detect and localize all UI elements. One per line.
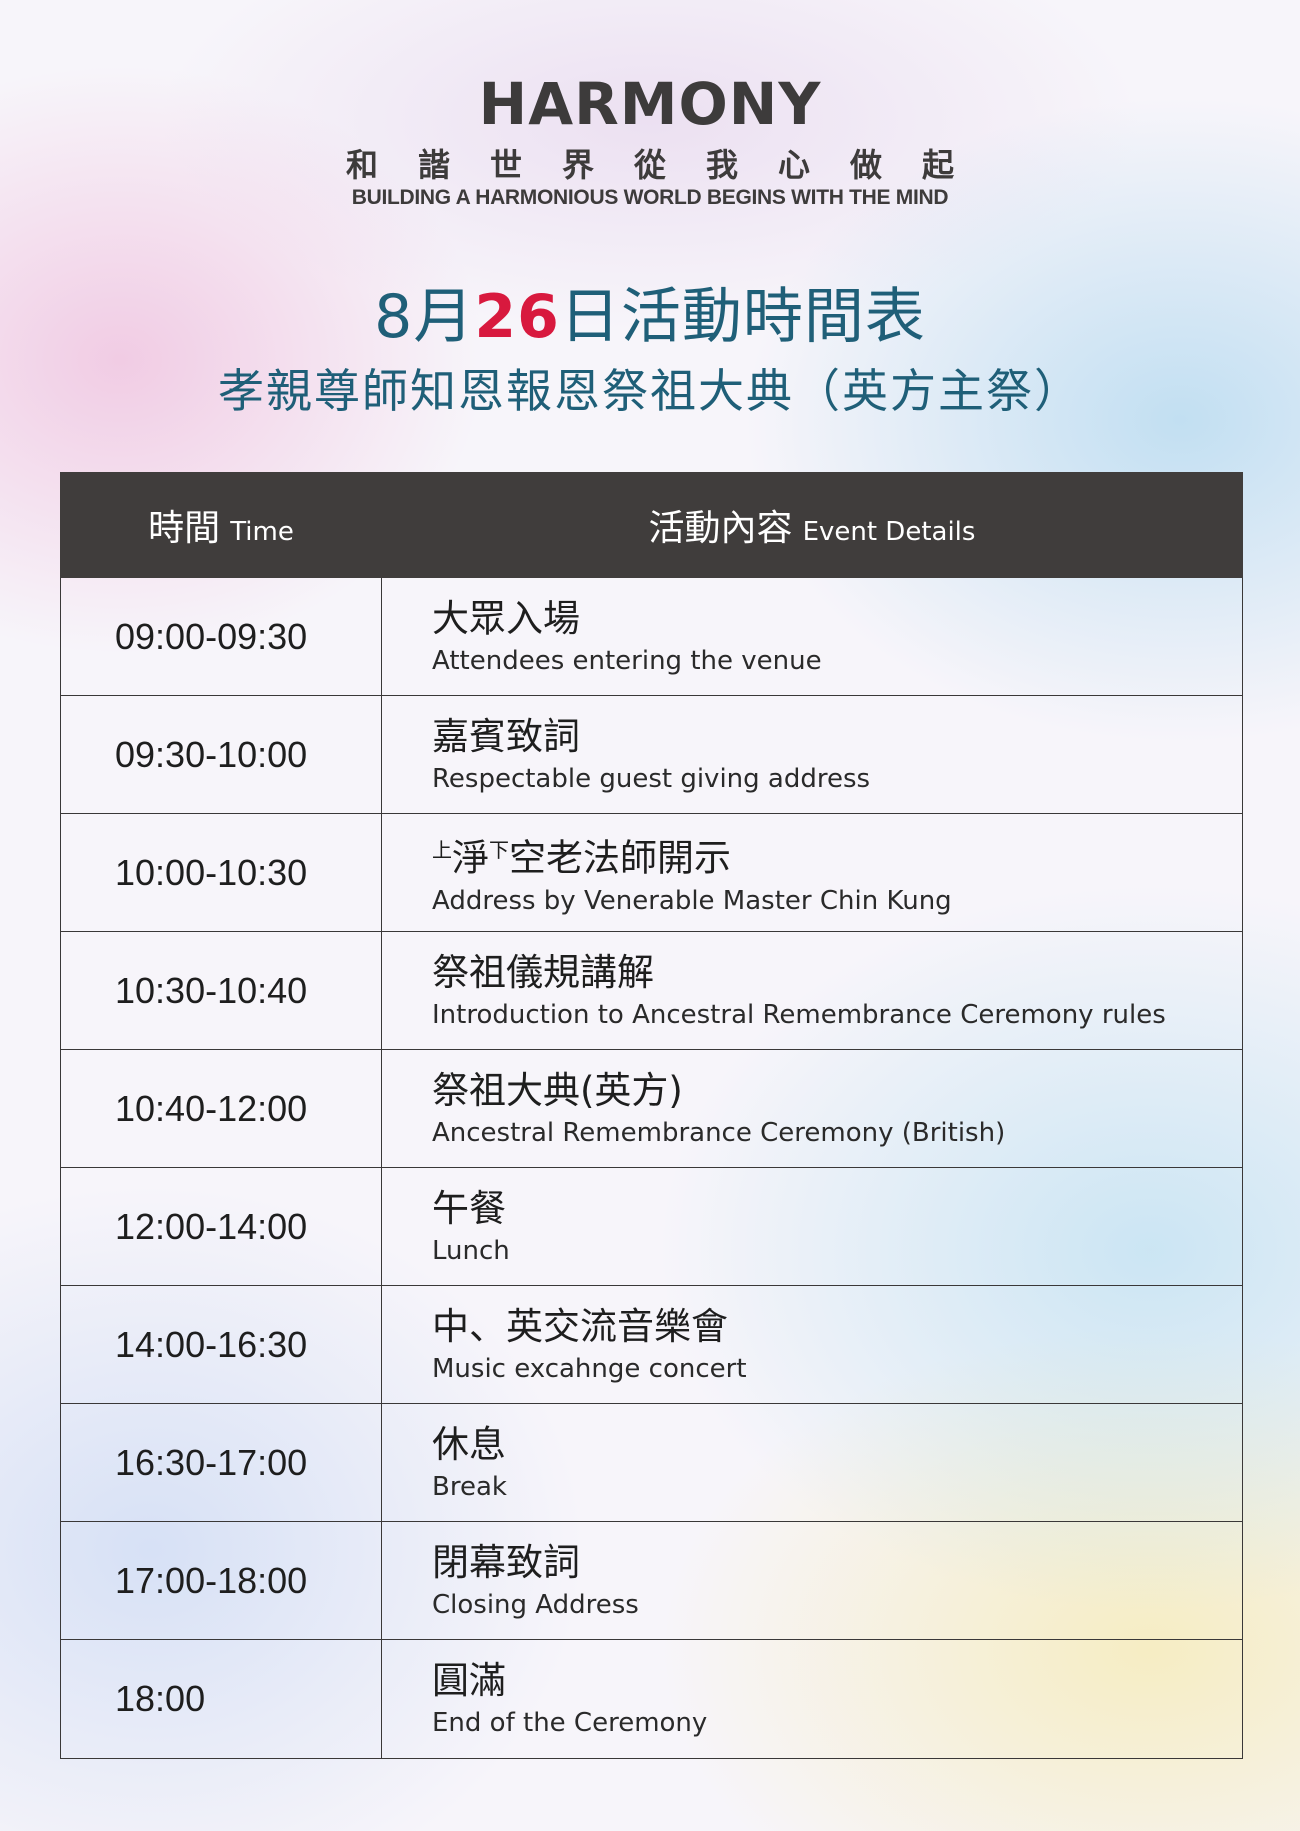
row-time: 18:00	[60, 1639, 382, 1759]
row-event: 中、英交流音樂會 Music excahnge concert	[381, 1285, 1243, 1404]
page-title: 8月26日活動時間表	[0, 268, 1300, 355]
event-name-zh: 嘉賓致詞	[432, 714, 580, 758]
column-header-time-zh: 時間	[148, 508, 221, 549]
event-name-zh: 大眾入場	[432, 596, 580, 640]
title-day: 26	[474, 282, 560, 352]
motto-chinese: 和諧世界從我心做起	[345, 146, 994, 184]
row-time: 09:30-10:00	[60, 695, 382, 814]
event-name-en: Break	[432, 1471, 507, 1502]
honorific-upper: 上	[432, 838, 452, 863]
table-row: 09:30-10:00 嘉賓致詞 Respectable guest givin…	[60, 695, 1243, 814]
row-time: 14:00-16:30	[60, 1285, 382, 1404]
row-time: 12:00-14:00	[60, 1167, 382, 1286]
column-header-time: 時間 Time	[60, 472, 382, 578]
table-row: 18:00 圓滿 End of the Ceremony	[60, 1639, 1243, 1759]
row-event: 休息 Break	[381, 1403, 1243, 1522]
row-time: 10:40-12:00	[60, 1049, 382, 1168]
table-row: 14:00-16:30 中、英交流音樂會 Music excahnge conc…	[60, 1285, 1243, 1404]
event-name-zh: 祭祖大典(英方)	[432, 1068, 683, 1112]
row-event: 祭祖大典(英方) Ancestral Remembrance Ceremony …	[381, 1049, 1243, 1168]
event-name-zh: 閉幕致詞	[432, 1540, 580, 1584]
event-name-en: Music excahnge concert	[432, 1353, 747, 1384]
table-row: 17:00-18:00 閉幕致詞 Closing Address	[60, 1521, 1243, 1640]
honorific-name-a: 淨	[452, 836, 489, 880]
table-row: 09:00-09:30 大眾入場 Attendees entering the …	[60, 577, 1243, 696]
row-time: 10:30-10:40	[60, 931, 382, 1050]
row-event: 閉幕致詞 Closing Address	[381, 1521, 1243, 1640]
row-time: 09:00-09:30	[60, 577, 382, 696]
page-subtitle: 孝親尊師知恩報恩祭祖大典（英方主祭）	[218, 364, 1082, 418]
schedule-table: 時間 Time 活動內容 Event Details 09:00-09:30 大眾入…	[60, 472, 1243, 1759]
column-header-event: 活動內容 Event Details	[381, 472, 1243, 578]
row-event: 嘉賓致詞 Respectable guest giving address	[381, 695, 1243, 814]
row-time: 16:30-17:00	[60, 1403, 382, 1522]
row-event: 午餐 Lunch	[381, 1167, 1243, 1286]
event-name-zh: 午餐	[432, 1186, 506, 1230]
column-header-time-en: Time	[230, 517, 294, 547]
event-name-en: End of the Ceremony	[432, 1708, 708, 1738]
event-name-en: Introduction to Ancestral Remembrance Ce…	[432, 999, 1166, 1030]
honorific-name-b: 空老法師開示	[509, 836, 731, 880]
event-name-en: Ancestral Remembrance Ceremony (British)	[432, 1117, 1006, 1148]
table-row: 12:00-14:00 午餐 Lunch	[60, 1167, 1243, 1286]
row-event: 大眾入場 Attendees entering the venue	[381, 577, 1243, 696]
honorific-lower: 下	[489, 838, 509, 863]
column-header-event-en: Event Details	[802, 517, 976, 547]
table-header-row: 時間 Time 活動內容 Event Details	[60, 472, 1243, 578]
row-event: 圓滿 End of the Ceremony	[381, 1639, 1243, 1759]
title-suffix: 日活動時間表	[559, 282, 926, 352]
event-name-en: Attendees entering the venue	[432, 645, 822, 676]
title-month: 8月	[374, 282, 475, 352]
event-name-zh: 祭祖儀規講解	[432, 950, 654, 994]
event-name-zh: 休息	[432, 1422, 506, 1466]
event-name-en: Lunch	[432, 1235, 510, 1266]
row-event: 上淨下空老法師開示 Address by Venerable Master Ch…	[381, 813, 1243, 932]
row-time: 10:00-10:30	[60, 813, 382, 932]
table-row: 10:00-10:30 上淨下空老法師開示 Address by Venerab…	[60, 813, 1243, 932]
row-event: 祭祖儀規講解 Introduction to Ancestral Remembr…	[381, 931, 1243, 1050]
table-row: 10:40-12:00 祭祖大典(英方) Ancestral Remembran…	[60, 1049, 1243, 1168]
table-row: 16:30-17:00 休息 Break	[60, 1403, 1243, 1522]
motto-english: BUILDING A HARMONIOUS WORLD BEGINS WITH …	[351, 186, 949, 209]
event-name-en: Address by Venerable Master Chin Kung	[432, 885, 952, 916]
event-name-zh: 上淨下空老法師開示	[432, 827, 1241, 881]
event-name-zh: 圓滿	[432, 1659, 506, 1702]
column-header-event-zh: 活動內容	[648, 508, 793, 549]
event-name-en: Respectable guest giving address	[432, 763, 871, 794]
event-name-zh: 中、英交流音樂會	[432, 1304, 728, 1348]
brand-logo-text: HARMONY	[478, 70, 822, 138]
row-time: 17:00-18:00	[60, 1521, 382, 1640]
table-row: 10:30-10:40 祭祖儀規講解 Introduction to Ances…	[60, 931, 1243, 1050]
event-name-en: Closing Address	[432, 1589, 639, 1620]
